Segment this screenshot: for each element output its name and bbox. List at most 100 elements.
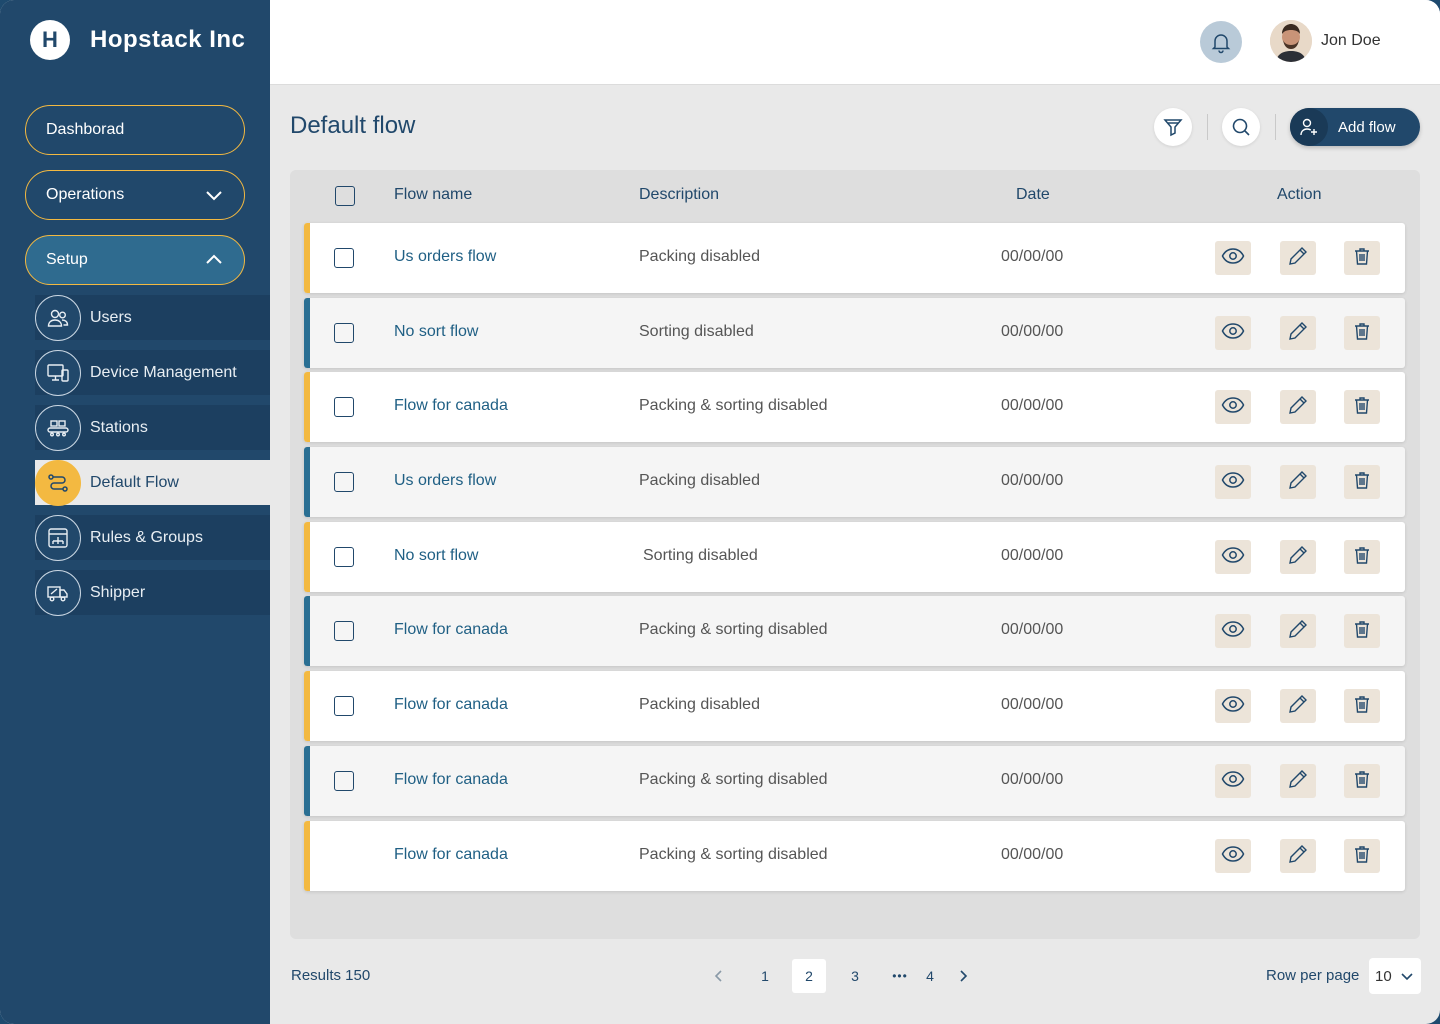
edit-button[interactable]	[1280, 316, 1316, 350]
flow-date: 00/00/00	[1001, 472, 1064, 489]
row-status-stripe	[304, 671, 310, 741]
pencil-icon	[1287, 693, 1309, 720]
bell-icon[interactable]	[1200, 21, 1242, 63]
flow-name-link[interactable]: Us orders flow	[394, 248, 496, 266]
delete-button[interactable]	[1344, 241, 1380, 275]
table-row[interactable]: Flow for canada Packing & sorting disable…	[304, 821, 1405, 891]
table-row[interactable]: Us orders flow Packing disabled 00/00/00	[304, 223, 1405, 293]
row-status-stripe	[304, 746, 310, 816]
edit-button[interactable]	[1280, 764, 1316, 798]
delete-button[interactable]	[1344, 316, 1380, 350]
row-status-stripe	[304, 223, 310, 293]
pencil-icon	[1287, 394, 1309, 421]
sidebar-item-default-flow[interactable]: Default Flow	[35, 459, 270, 506]
edit-button[interactable]	[1280, 614, 1316, 648]
flow-name-link[interactable]: No sort flow	[394, 547, 478, 565]
view-button[interactable]	[1215, 689, 1251, 723]
sidebar-item-label: Shipper	[90, 583, 146, 601]
user-name[interactable]: Jon Doe	[1321, 32, 1381, 50]
nav-dashboard[interactable]: Dashborad	[25, 105, 245, 155]
add-flow-button[interactable]: Add flow	[1290, 108, 1420, 146]
delete-button[interactable]	[1344, 764, 1380, 798]
pencil-icon	[1287, 618, 1309, 645]
avatar[interactable]	[1270, 20, 1312, 62]
table-row[interactable]: No sort flow Sorting disabled 00/00/00	[304, 298, 1405, 368]
row-checkbox[interactable]	[334, 248, 354, 268]
sidebar-item-device-management[interactable]: Device Management	[35, 349, 270, 396]
delete-button[interactable]	[1344, 839, 1380, 873]
page-2-button[interactable]: 2	[792, 959, 826, 993]
next-page-button[interactable]	[946, 959, 980, 993]
row-status-stripe	[304, 821, 310, 891]
pencil-icon	[1287, 843, 1309, 870]
edit-button[interactable]	[1280, 241, 1316, 275]
sidebar-item-label: Device Management	[90, 363, 237, 381]
table-row[interactable]: Us orders flow Packing disabled 00/00/00	[304, 447, 1405, 517]
delete-button[interactable]	[1344, 390, 1380, 424]
row-checkbox[interactable]	[334, 696, 354, 716]
table-row[interactable]: Flow for canada Packing & sorting disable…	[304, 596, 1405, 666]
app-window: H Hopstack Inc Dashborad Operations Setu…	[0, 0, 1440, 1024]
view-button[interactable]	[1215, 764, 1251, 798]
page-4-button[interactable]: 4	[913, 959, 947, 993]
view-button[interactable]	[1215, 614, 1251, 648]
page-1-button[interactable]: 1	[748, 959, 782, 993]
page-title: Default flow	[290, 112, 416, 139]
edit-button[interactable]	[1280, 390, 1316, 424]
view-button[interactable]	[1215, 241, 1251, 275]
row-checkbox[interactable]	[334, 771, 354, 791]
row-checkbox[interactable]	[334, 323, 354, 343]
filter-button[interactable]	[1154, 108, 1192, 146]
sidebar-item-shipper[interactable]: Shipper	[35, 569, 270, 616]
table-row[interactable]: No sort flow Sorting disabled 00/00/00	[304, 522, 1405, 592]
row-status-stripe	[304, 596, 310, 666]
rows-per-page-select[interactable]: 10	[1369, 958, 1421, 994]
column-header-date[interactable]: Date	[1016, 186, 1050, 204]
delete-button[interactable]	[1344, 540, 1380, 574]
trash-icon	[1352, 619, 1372, 644]
flow-name-link[interactable]: Flow for canada	[394, 771, 508, 789]
flow-name-link[interactable]: Flow for canada	[394, 696, 508, 714]
search-button[interactable]	[1222, 108, 1260, 146]
flow-name-link[interactable]: Flow for canada	[394, 621, 508, 639]
select-all-checkbox[interactable]	[335, 186, 355, 206]
delete-button[interactable]	[1344, 689, 1380, 723]
edit-button[interactable]	[1280, 689, 1316, 723]
page-3-button[interactable]: 3	[838, 959, 872, 993]
row-status-stripe	[304, 298, 310, 368]
view-button[interactable]	[1215, 540, 1251, 574]
row-checkbox[interactable]	[334, 621, 354, 641]
view-button[interactable]	[1215, 390, 1251, 424]
sidebar-item-users[interactable]: Users	[35, 294, 270, 341]
view-button[interactable]	[1215, 316, 1251, 350]
edit-button[interactable]	[1280, 465, 1316, 499]
nav-setup[interactable]: Setup	[25, 235, 245, 285]
column-header-description[interactable]: Description	[639, 186, 719, 204]
sidebar-item-label: Users	[90, 308, 132, 326]
flow-name-link[interactable]: Flow for canada	[394, 397, 508, 415]
flow-name-link[interactable]: Flow for canada	[394, 846, 508, 864]
delete-button[interactable]	[1344, 465, 1380, 499]
prev-page-button[interactable]	[702, 959, 736, 993]
table-row[interactable]: Flow for canada Packing & sorting disable…	[304, 746, 1405, 816]
nav-operations[interactable]: Operations	[25, 170, 245, 220]
table-row[interactable]: Flow for canada Packing disabled 00/00/00	[304, 671, 1405, 741]
table-row[interactable]: Flow for canada Packing & sorting disable…	[304, 372, 1405, 442]
sidebar-item-rules-groups[interactable]: Rules & Groups	[35, 514, 270, 561]
edit-button[interactable]	[1280, 839, 1316, 873]
brand: H Hopstack Inc	[30, 20, 245, 60]
row-checkbox[interactable]	[334, 472, 354, 492]
trash-icon	[1352, 844, 1372, 869]
sidebar-item-stations[interactable]: Stations	[35, 404, 270, 451]
edit-button[interactable]	[1280, 540, 1316, 574]
view-button[interactable]	[1215, 839, 1251, 873]
flow-date: 00/00/00	[1001, 547, 1064, 564]
delete-button[interactable]	[1344, 614, 1380, 648]
column-header-flow-name[interactable]: Flow name	[394, 186, 472, 204]
view-button[interactable]	[1215, 465, 1251, 499]
row-checkbox[interactable]	[334, 397, 354, 417]
row-checkbox[interactable]	[334, 547, 354, 567]
flow-name-link[interactable]: Us orders flow	[394, 472, 496, 490]
pencil-icon	[1287, 245, 1309, 272]
flow-name-link[interactable]: No sort flow	[394, 323, 478, 341]
